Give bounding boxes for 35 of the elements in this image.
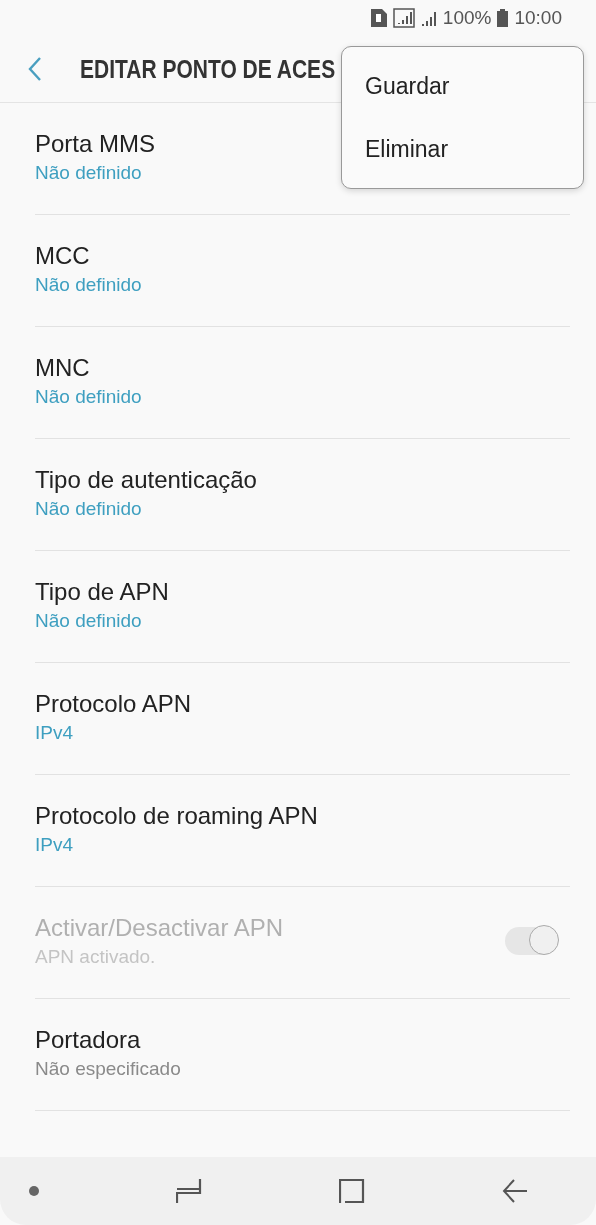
setting-value: Não especificado [35, 1056, 181, 1081]
setting-value: Não definido [35, 608, 142, 633]
setting-title: Protocolo de roaming APN [35, 800, 318, 831]
dot-icon [28, 1186, 39, 1196]
setting-value: IPv4 [35, 720, 74, 745]
battery-percent: 100% [442, 7, 492, 29]
setting-title: Porta MMS [35, 128, 156, 159]
setting-value: Não definido [35, 496, 142, 521]
setting-title: MNC [35, 352, 90, 383]
setting-value: Não definido [35, 272, 142, 297]
signal-icon [420, 9, 437, 27]
setting-row[interactable]: Protocolo de roaming APN IPv4 [35, 775, 570, 887]
screen-title: EDITAR PONTO DE ACES [80, 54, 336, 84]
sim-icon [370, 9, 387, 27]
battery-icon [497, 9, 509, 27]
setting-title: Tipo de autenticação [35, 464, 257, 495]
setting-value: IPv4 [35, 832, 74, 857]
setting-row[interactable]: MCC Não definido [35, 215, 570, 327]
signal-icon [392, 8, 415, 28]
setting-value: Não definido [35, 160, 142, 185]
setting-title: Tipo de APN [35, 576, 169, 607]
setting-title: MCC [35, 240, 90, 271]
setting-row[interactable]: MNC Não definido [35, 327, 570, 439]
recent-apps-button[interactable] [175, 1178, 202, 1204]
setting-title: Protocolo APN [35, 688, 192, 719]
home-button[interactable] [338, 1178, 365, 1204]
back-nav-button[interactable] [501, 1178, 528, 1204]
setting-row[interactable]: Portadora Não especificado [35, 999, 570, 1111]
setting-title: Activar/Desactivar APN [35, 912, 284, 943]
setting-row[interactable]: Tipo de APN Não definido [35, 551, 570, 663]
clock: 10:00 [514, 7, 562, 29]
setting-row[interactable]: Protocolo APN IPv4 [35, 663, 570, 775]
setting-value: Não definido [35, 384, 142, 409]
setting-title: Portadora [35, 1024, 141, 1055]
setting-row[interactable]: Tipo de autenticação Não definido [35, 439, 570, 551]
